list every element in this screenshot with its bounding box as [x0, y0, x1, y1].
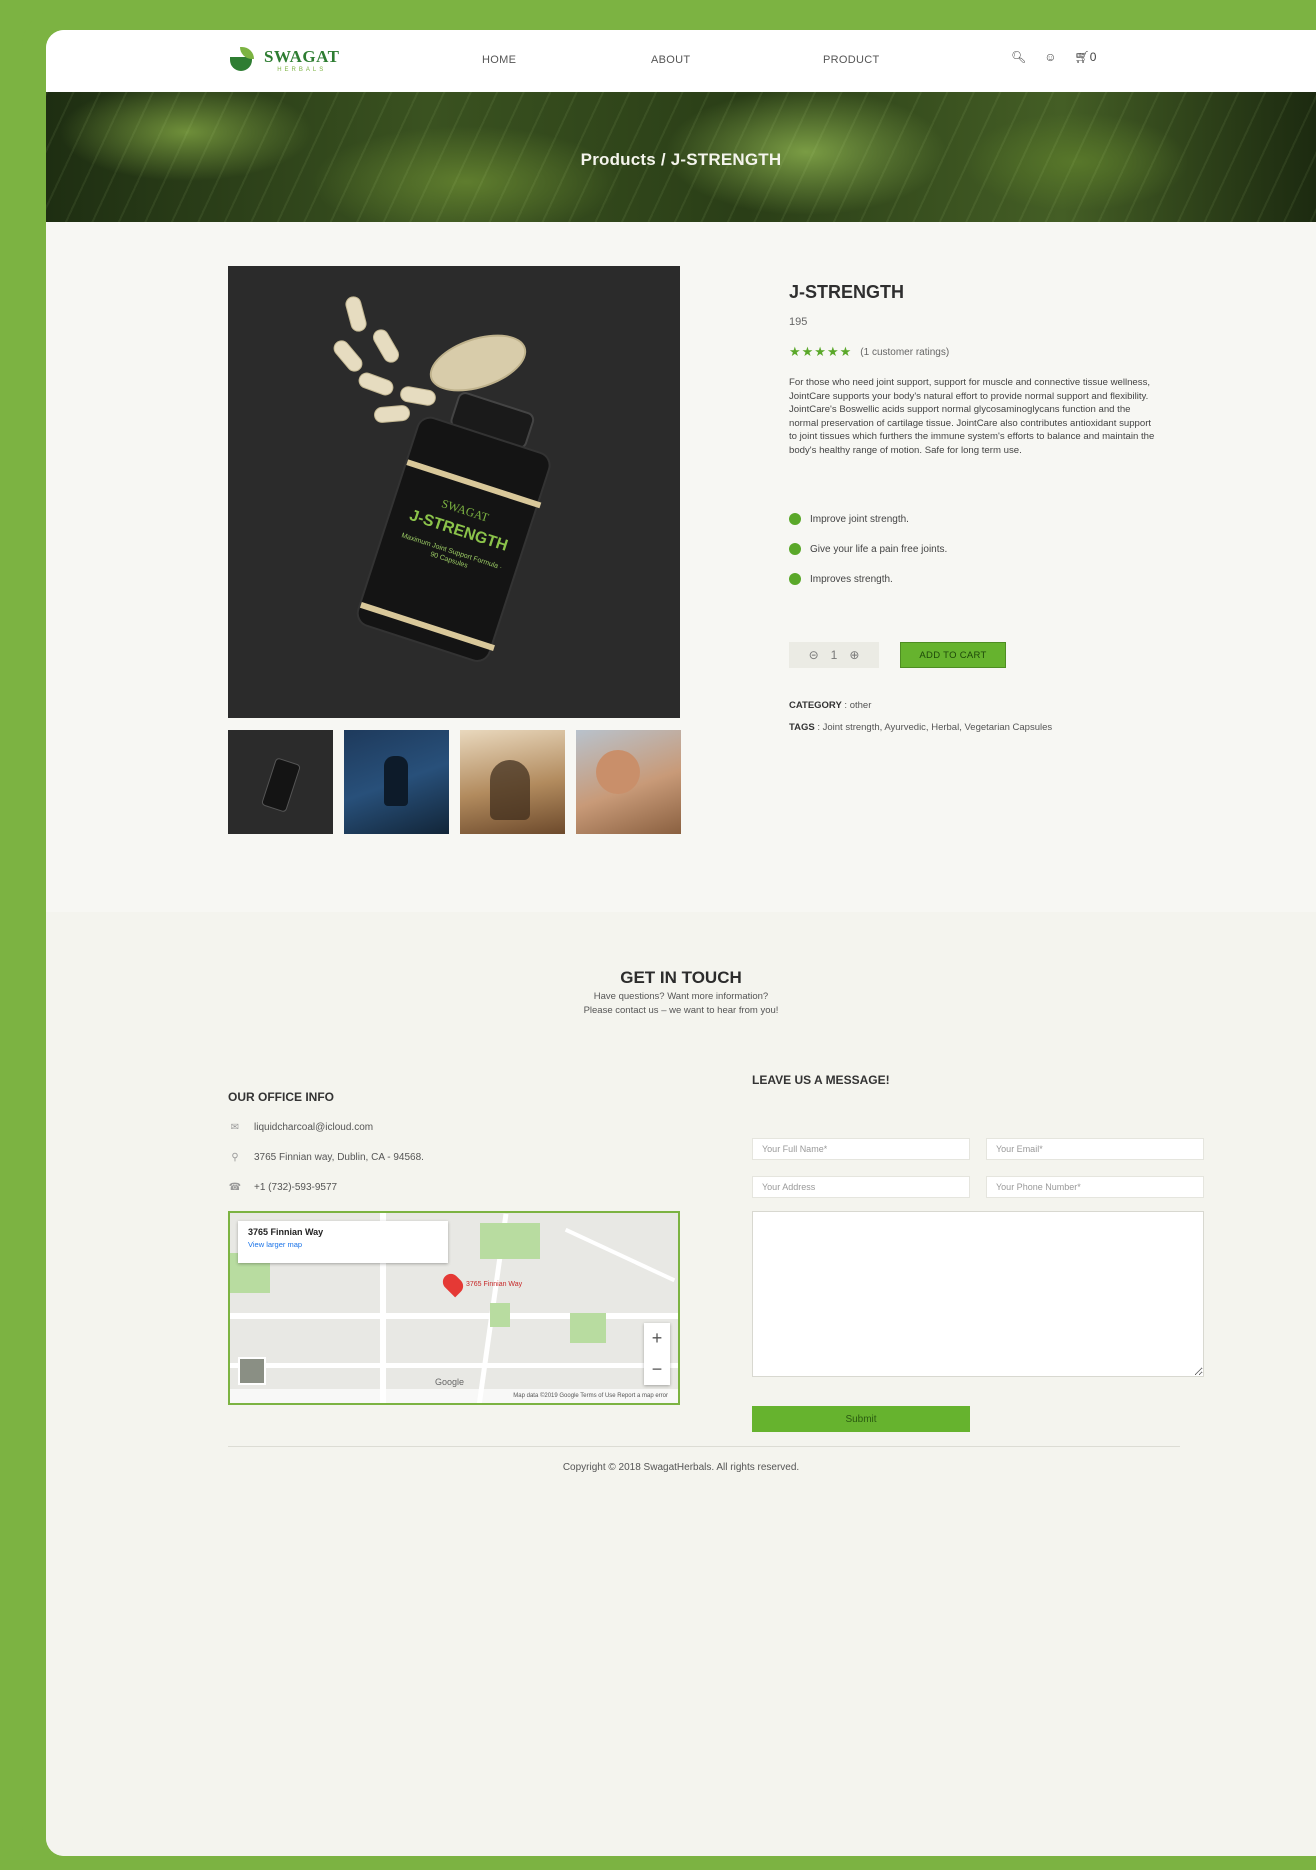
hero-banner: Products / J-STRENGTH — [46, 92, 1316, 222]
zoom-in-icon[interactable]: + — [652, 1328, 663, 1349]
page: SWAGAT HERBALS HOME ABOUT PRODUCT 🔍︎ ☺ 🛒… — [46, 30, 1316, 1856]
nav-icons: 🔍︎ ☺ 🛒︎0 — [1011, 50, 1096, 64]
logo[interactable]: SWAGAT HERBALS — [228, 44, 339, 76]
map-footer: Map data ©2019 Google Terms of Use Repor… — [230, 1389, 678, 1403]
feature-item: Improve joint strength. — [789, 504, 947, 534]
logo-name: SWAGAT — [264, 46, 340, 66]
ratings-count[interactable]: (1 customer ratings) — [860, 347, 949, 358]
footer-divider — [228, 1446, 1180, 1447]
location-map[interactable]: 3765 Finnian Way View larger map 3765 Fi… — [228, 1211, 680, 1405]
product-title: J-STRENGTH — [789, 282, 905, 302]
logo-subtitle: HERBALS — [277, 66, 327, 73]
check-icon — [789, 513, 801, 525]
cart-icon[interactable]: 🛒︎0 — [1075, 50, 1097, 64]
breadcrumb: Products / J-STRENGTH — [580, 150, 782, 169]
product-main-image[interactable]: SWAGAT J-STRENGTH Maximum Joint Support … — [228, 266, 680, 718]
thumbnail-gallery — [228, 730, 681, 834]
feature-item: Give your life a pain free joints. — [789, 534, 947, 564]
copyright-text: Copyright © 2018 SwagatHerbals. All righ… — [562, 1462, 800, 1473]
product-bottle: SWAGAT J-STRENGTH Maximum Joint Support … — [351, 381, 564, 672]
feature-list: Improve joint strength. Give your life a… — [789, 504, 947, 594]
thumbnail-bottle[interactable] — [228, 730, 333, 834]
full-name-input[interactable] — [752, 1138, 970, 1160]
top-navbar: SWAGAT HERBALS HOME ABOUT PRODUCT 🔍︎ ☺ 🛒… — [46, 30, 1316, 92]
check-icon — [789, 543, 801, 555]
message-title: LEAVE US A MESSAGE! — [752, 1073, 890, 1087]
logo-mark-icon — [228, 47, 258, 73]
thumbnail-runner[interactable] — [460, 730, 565, 834]
product-category: CATEGORY : other — [789, 700, 872, 711]
quantity-value[interactable]: 1 — [831, 648, 838, 662]
office-info-title: OUR OFFICE INFO — [228, 1090, 334, 1104]
nav-product[interactable]: PRODUCT — [823, 54, 880, 66]
thumbnail-climber[interactable] — [576, 730, 681, 834]
product-tags: TAGS : Joint strength, Ayurvedic, Herbal… — [789, 722, 1053, 733]
phone-input[interactable] — [986, 1176, 1204, 1198]
contact-subtitle: Have questions? Want more information? P… — [583, 991, 779, 1016]
quantity-stepper: ⊝ 1 ⊕ — [789, 642, 879, 668]
office-address: ⚲ 3765 Finnian way, Dublin, CA - 94568. — [228, 1152, 424, 1163]
office-email: ✉ liquidcharcoal@icloud.com — [228, 1122, 373, 1133]
phone-icon: ☎ — [228, 1182, 242, 1193]
feature-item: Improves strength. — [789, 564, 947, 594]
map-pin-icon[interactable] — [439, 1270, 467, 1298]
email-input[interactable] — [986, 1138, 1204, 1160]
add-to-cart-button[interactable]: ADD TO CART — [900, 642, 1006, 668]
map-zoom-controls: + − — [644, 1323, 670, 1385]
location-pin-icon: ⚲ — [231, 1152, 239, 1163]
product-rating: ★★★★★ (1 customer ratings) — [789, 344, 949, 360]
view-larger-map-link[interactable]: View larger map — [248, 1240, 438, 1249]
message-textarea[interactable] — [752, 1211, 1204, 1377]
thumbnail-athlete[interactable] — [344, 730, 449, 834]
search-icon[interactable]: 🔍︎ — [1011, 50, 1026, 64]
nav-about[interactable]: ABOUT — [651, 54, 690, 66]
address-input[interactable] — [752, 1176, 970, 1198]
street-view-thumbnail[interactable] — [238, 1357, 266, 1385]
rating-stars: ★★★★★ — [789, 344, 853, 359]
nav-home[interactable]: HOME — [482, 54, 516, 66]
office-phone: ☎ +1 (732)-593-9577 — [228, 1182, 338, 1193]
map-pin-label: 3765 Finnian Way — [466, 1281, 523, 1288]
product-description: For those who need joint support, suppor… — [789, 377, 1155, 457]
check-icon — [789, 573, 801, 585]
mail-icon: ✉ — [230, 1122, 240, 1133]
cart-count: 0 — [1089, 50, 1097, 64]
contact-title: GET IN TOUCH — [620, 968, 742, 987]
product-price: 195 — [789, 316, 808, 328]
google-logo: Google — [435, 1377, 465, 1387]
map-info-card: 3765 Finnian Way View larger map — [238, 1221, 448, 1263]
minus-icon[interactable]: ⊝ — [809, 648, 819, 662]
zoom-out-icon[interactable]: − — [652, 1359, 663, 1380]
user-icon[interactable]: ☺ — [1044, 50, 1056, 64]
submit-button[interactable]: Submit — [752, 1406, 970, 1432]
plus-icon[interactable]: ⊕ — [849, 648, 859, 662]
